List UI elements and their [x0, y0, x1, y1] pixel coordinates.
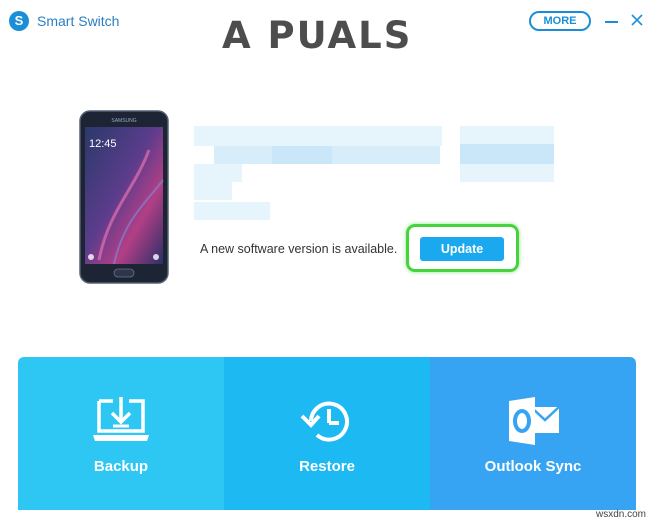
watermark-logo: A PUALS [222, 12, 412, 58]
update-button[interactable]: Update [420, 237, 504, 261]
title-bar: S Smart Switch A PUALS MORE [0, 0, 652, 57]
phone-clock: 12:45 [89, 138, 117, 150]
footer-url: wsxdn.com [595, 509, 646, 520]
watermark-text: A PUALS [222, 13, 413, 57]
close-icon[interactable] [629, 12, 645, 28]
backup-tile[interactable]: Backup [18, 357, 224, 510]
outlook-icon [509, 397, 560, 445]
phone-image: SAMSUNG 12:45 [79, 110, 169, 284]
clock-restore-icon [300, 401, 349, 442]
phone-brand: SAMSUNG [111, 118, 136, 124]
restore-tile[interactable]: Restore [224, 357, 430, 510]
minimize-icon[interactable] [605, 21, 618, 23]
more-button[interactable]: MORE [529, 11, 591, 31]
action-tiles: Backup Restore Outlook Sync [18, 357, 636, 510]
laptop-download-icon [93, 397, 149, 441]
app-logo-icon: S [9, 11, 29, 31]
outlook-sync-tile[interactable]: Outlook Sync [430, 357, 636, 510]
app-title: Smart Switch [37, 13, 120, 29]
outlook-sync-label: Outlook Sync [484, 458, 582, 475]
restore-label: Restore [299, 458, 355, 475]
update-message: A new software version is available. [200, 242, 398, 256]
backup-label: Backup [93, 458, 149, 475]
